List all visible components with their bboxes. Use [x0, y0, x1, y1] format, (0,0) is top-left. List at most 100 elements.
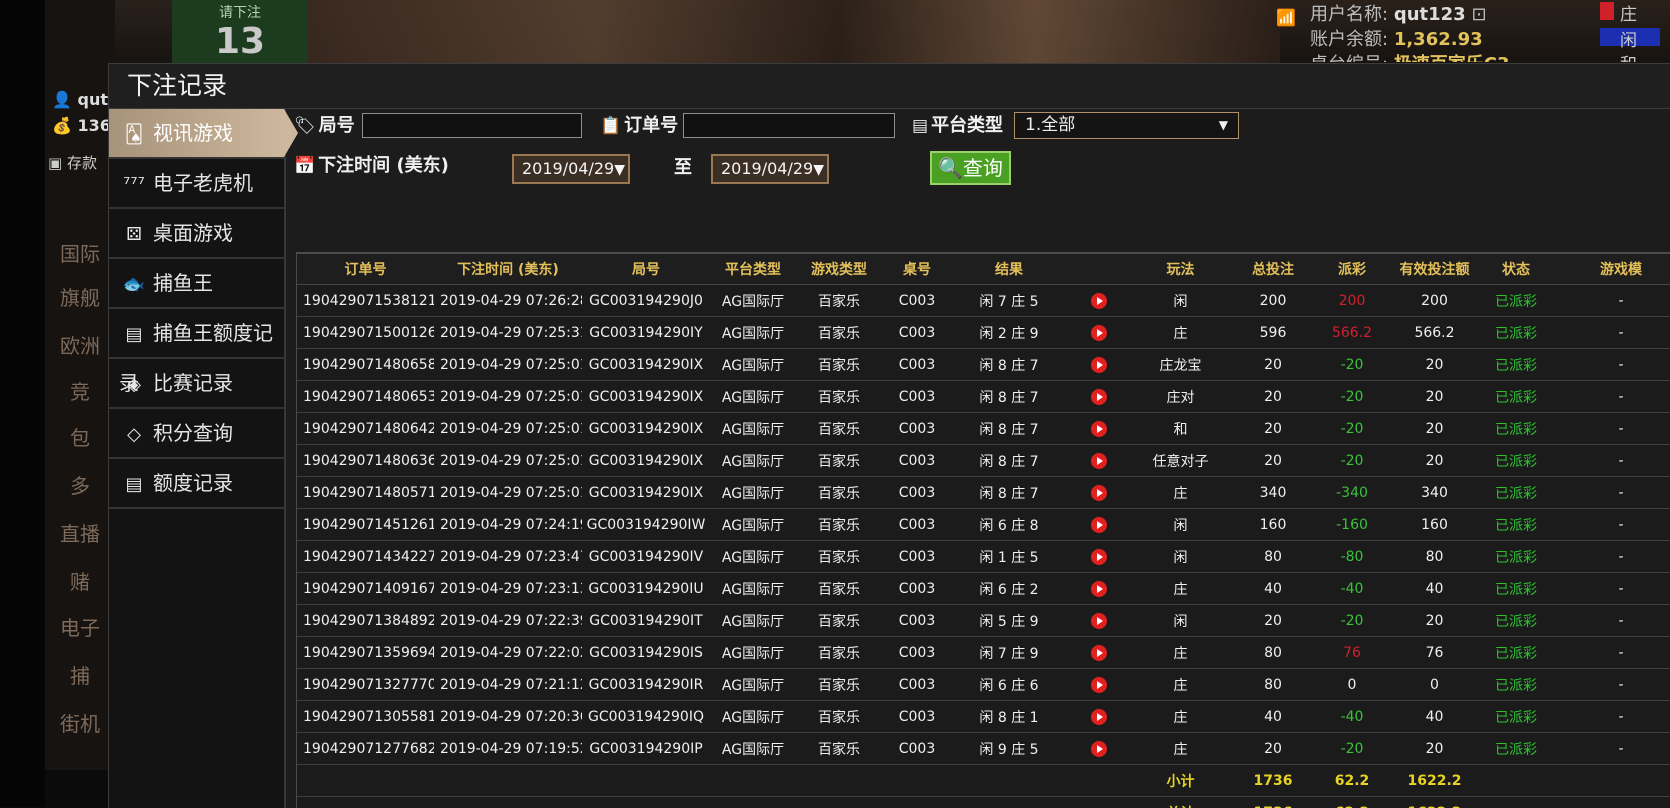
round-input[interactable] — [362, 113, 582, 138]
bg-side-item[interactable]: 直播 — [48, 512, 112, 556]
video-replay-icon[interactable] — [1091, 549, 1107, 565]
cell-round: GC003194290IX — [582, 349, 710, 381]
table-row[interactable]: 1904290714342272019-04-29 07:23:47GC0031… — [297, 541, 1670, 573]
cell-play: 庄 — [1132, 637, 1229, 669]
cell-valid: 20 — [1387, 381, 1482, 413]
video-replay-icon[interactable] — [1091, 613, 1107, 629]
sidebar-item-2[interactable]: ⚄桌面游戏 — [109, 209, 284, 259]
table-row[interactable]: 1904290713596942019-04-29 07:22:02GC0031… — [297, 637, 1670, 669]
query-button[interactable]: 🔍查询 — [930, 151, 1011, 185]
chevron-down-icon: ▼ — [614, 162, 625, 178]
diamond-icon: ◇ — [119, 411, 149, 459]
subtotal-bet: 1736 — [1229, 765, 1317, 797]
column-header: 总投注 — [1229, 254, 1317, 285]
order-input[interactable] — [683, 113, 895, 138]
sidebar-item-label: 捕鱼王 — [153, 271, 213, 295]
video-replay-icon[interactable] — [1091, 293, 1107, 309]
date-from-select[interactable]: 2019/04/29▼ — [512, 154, 630, 184]
bg-side-item[interactable]: 电子 — [48, 606, 112, 650]
video-replay-icon[interactable] — [1091, 517, 1107, 533]
order-label: 📋订单号 — [600, 111, 678, 141]
document-icon: ▤ — [119, 461, 149, 509]
table-row[interactable]: 1904290713055812019-04-29 07:20:36GC0031… — [297, 701, 1670, 733]
bg-username-row: 用户名称: qut123 ⊡ — [1310, 0, 1487, 26]
cell-platform: AG国际厅 — [710, 701, 796, 733]
bg-side-item[interactable]: 捕 — [48, 654, 112, 698]
sidebar-item-0[interactable]: 🂡视讯游戏 — [109, 109, 284, 159]
copy-icon[interactable]: ⊡ — [1471, 4, 1486, 25]
cell-valid: 40 — [1387, 701, 1482, 733]
cell-status: 已派彩 — [1482, 381, 1550, 413]
column-header: 游戏模 — [1550, 254, 1670, 285]
bg-side-item[interactable]: 多 — [48, 464, 112, 508]
cell-status: 已派彩 — [1482, 701, 1550, 733]
video-replay-icon[interactable] — [1091, 645, 1107, 661]
cell-order: 190429071359694 — [297, 637, 434, 669]
summary-cell — [582, 765, 710, 797]
table-row[interactable]: 1904290713277702019-04-29 07:21:12GC0031… — [297, 669, 1670, 701]
sidebar-item-3[interactable]: 🐟捕鱼王 — [109, 259, 284, 309]
video-replay-icon[interactable] — [1091, 453, 1107, 469]
cell-payout: -20 — [1317, 413, 1387, 445]
bg-side-item[interactable]: 竞 — [48, 370, 112, 414]
bg-side-item[interactable]: 赌 — [48, 560, 112, 604]
sidebar-item-6[interactable]: ◇积分查询 — [109, 409, 284, 459]
cell-table: C003 — [882, 317, 952, 349]
video-replay-icon[interactable] — [1091, 389, 1107, 405]
cell-round: GC003194290IR — [582, 669, 710, 701]
total-row: 总计173662.21622.2 — [297, 797, 1670, 808]
cell-mode: - — [1550, 349, 1670, 381]
summary-cell — [434, 797, 582, 808]
table-row[interactable]: 1904290715381212019-04-29 07:26:28GC0031… — [297, 285, 1670, 317]
table-row[interactable]: 1904290712776822019-04-29 07:19:52GC0031… — [297, 733, 1670, 765]
video-replay-icon[interactable] — [1091, 357, 1107, 373]
sidebar-item-5[interactable]: ◈比赛记录 — [109, 359, 284, 409]
table-row[interactable]: 1904290714806582019-04-29 07:25:01GC0031… — [297, 349, 1670, 381]
table-row[interactable]: 1904290714512612019-04-29 07:24:19GC0031… — [297, 509, 1670, 541]
total-bet: 1736 — [1229, 797, 1317, 808]
bg-side-item[interactable]: 包 — [48, 416, 112, 460]
replay-cell — [1066, 445, 1132, 477]
video-replay-icon[interactable] — [1091, 677, 1107, 693]
cell-valid: 20 — [1387, 445, 1482, 477]
table-row[interactable]: 1904290713848922019-04-29 07:22:39GC0031… — [297, 605, 1670, 637]
video-replay-icon[interactable] — [1091, 485, 1107, 501]
replay-cell — [1066, 349, 1132, 381]
bg-side-item[interactable]: 国际 — [48, 232, 112, 276]
bg-deposit-button[interactable]: ▣ 存款 — [48, 152, 97, 173]
cell-time: 2019-04-29 07:22:02 — [434, 637, 582, 669]
video-replay-icon[interactable] — [1091, 421, 1107, 437]
sidebar-item-4[interactable]: ▤捕鱼王额度记录 — [109, 309, 284, 359]
cell-order: 190429071451261 — [297, 509, 434, 541]
platform-select[interactable]: 1.全部▼ — [1014, 112, 1239, 139]
cell-payout: -20 — [1317, 733, 1387, 765]
cell-play: 庄 — [1132, 733, 1229, 765]
table-row[interactable]: 1904290714806362019-04-29 07:25:01GC0031… — [297, 445, 1670, 477]
bg-side-item[interactable]: 旗舰 — [48, 276, 112, 320]
table-row[interactable]: 1904290714091672019-04-29 07:23:13GC0031… — [297, 573, 1670, 605]
cell-game: 百家乐 — [796, 445, 882, 477]
cell-status: 已派彩 — [1482, 573, 1550, 605]
video-replay-icon[interactable] — [1091, 741, 1107, 757]
bg-side-item[interactable]: 欧洲 — [48, 324, 112, 368]
table-row[interactable]: 1904290714805712019-04-29 07:25:01GC0031… — [297, 477, 1670, 509]
cell-mode: - — [1550, 669, 1670, 701]
cell-play: 庄 — [1132, 669, 1229, 701]
summary-cell — [1066, 797, 1132, 808]
video-replay-icon[interactable] — [1091, 325, 1107, 341]
table-row[interactable]: 1904290714806532019-04-29 07:25:01GC0031… — [297, 381, 1670, 413]
video-replay-icon[interactable] — [1091, 581, 1107, 597]
cell-valid: 200 — [1387, 285, 1482, 317]
cell-status: 已派彩 — [1482, 509, 1550, 541]
countdown-number: 13 — [172, 22, 308, 62]
bg-side-item[interactable]: 街机 — [48, 702, 112, 746]
sidebar-item-7[interactable]: ▤额度记录 — [109, 459, 284, 509]
sidebar-item-1[interactable]: ⁷⁷⁷电子老虎机 — [109, 159, 284, 209]
subtotal-row: 小计173662.21622.2 — [297, 765, 1670, 797]
banker-bar — [1600, 2, 1614, 20]
video-replay-icon[interactable] — [1091, 709, 1107, 725]
date-to-select[interactable]: 2019/04/29▼ — [711, 154, 829, 184]
table-row[interactable]: 1904290714806422019-04-29 07:25:01GC0031… — [297, 413, 1670, 445]
cell-table: C003 — [882, 381, 952, 413]
table-row[interactable]: 1904290715001262019-04-29 07:25:31GC0031… — [297, 317, 1670, 349]
